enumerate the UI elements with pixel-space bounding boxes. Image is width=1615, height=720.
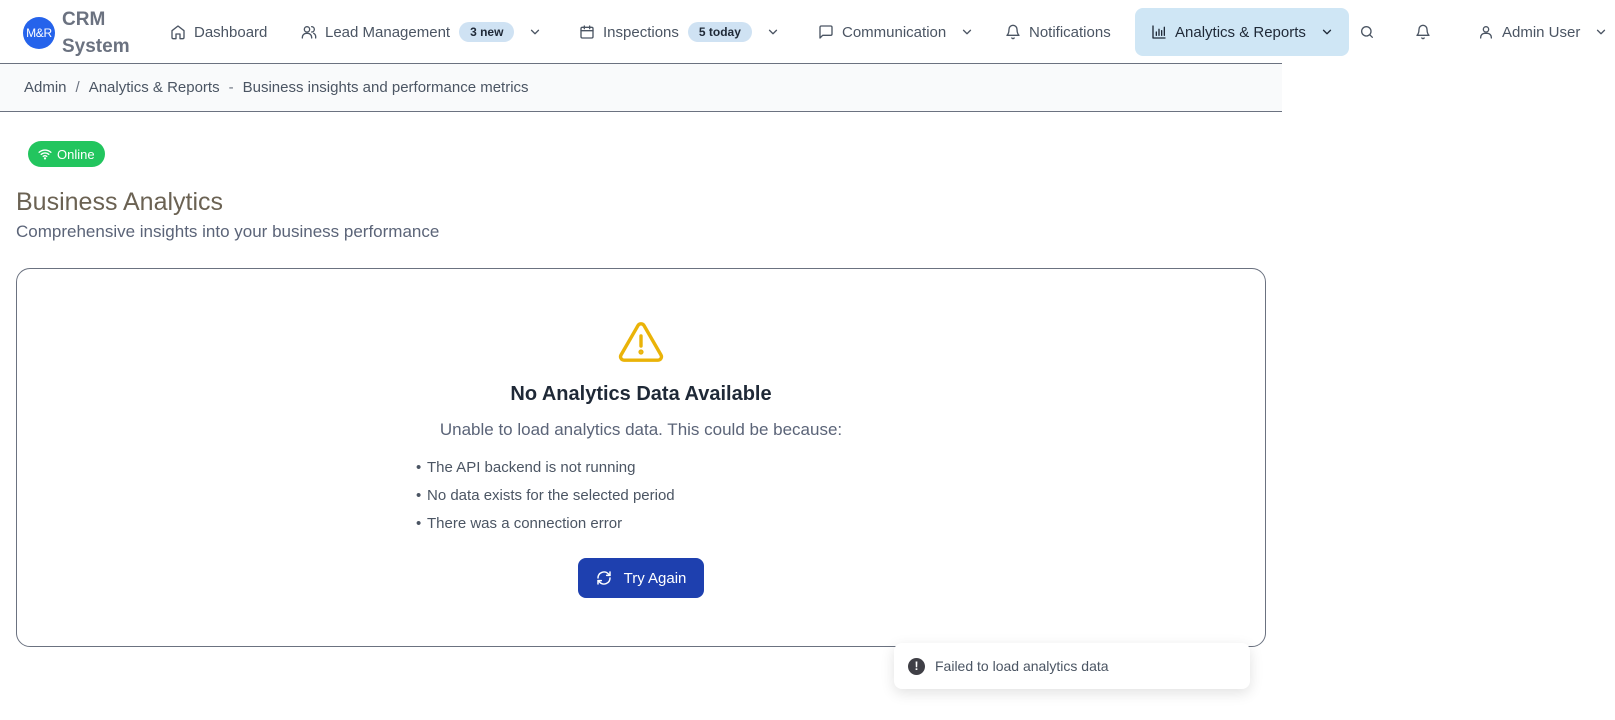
nav-lead-management[interactable]: Lead Management 3 new — [289, 8, 554, 56]
brand-name: CRM System — [62, 9, 130, 57]
nav-analytics-reports[interactable]: Analytics & Reports — [1135, 8, 1349, 56]
list-item: • There was a connection error — [416, 515, 623, 532]
chevron-down-icon[interactable] — [528, 25, 542, 39]
chevron-down-icon[interactable] — [960, 25, 974, 39]
chevron-down-icon[interactable] — [1594, 25, 1608, 39]
list-item: • No data exists for the selected period — [416, 487, 675, 504]
try-again-label: Try Again — [623, 569, 687, 587]
lead-count-badge: 3 new — [459, 22, 515, 42]
nav-notifications-label: Notifications — [1029, 23, 1111, 41]
alert-circle-icon: ! — [908, 657, 925, 675]
nav-analytics-label: Analytics & Reports — [1175, 23, 1306, 41]
message-icon — [819, 25, 833, 39]
list-item: • The API backend is not running — [416, 459, 636, 476]
online-status-label: Online — [57, 146, 95, 162]
error-toast[interactable]: ! Failed to load analytics data — [894, 643, 1250, 689]
reason-text: There was a connection error — [427, 515, 623, 532]
nav-dashboard[interactable]: Dashboard — [158, 8, 279, 56]
nav-lead-management-label: Lead Management — [325, 23, 451, 41]
reason-text: The API backend is not running — [427, 459, 636, 476]
refresh-icon — [596, 571, 611, 585]
breadcrumb-description: Business insights and performance metric… — [242, 79, 529, 96]
nav-dashboard-label: Dashboard — [194, 23, 268, 41]
breadcrumb: Admin / Analytics & Reports - Business i… — [0, 63, 1282, 112]
search-icon — [1361, 26, 1373, 38]
inspection-count-badge: 5 today — [687, 22, 752, 42]
user-name: Admin User — [1502, 23, 1581, 41]
brand[interactable]: M&R CRM System — [23, 6, 132, 60]
reason-text: No data exists for the selected period — [427, 487, 675, 504]
nav-notifications[interactable]: Notifications — [993, 8, 1123, 56]
page-title: Business Analytics — [16, 188, 224, 216]
try-again-button[interactable]: Try Again — [578, 558, 704, 598]
empty-state-title: No Analytics Data Available — [510, 383, 772, 405]
nav-communication-label: Communication — [842, 23, 947, 41]
brand-logo: M&R — [23, 17, 55, 49]
notifications-bell-button[interactable] — [1411, 20, 1435, 44]
nav-communication[interactable]: Communication — [806, 8, 986, 56]
breadcrumb-separator: / — [75, 79, 80, 96]
breadcrumb-admin[interactable]: Admin — [24, 79, 67, 96]
user-menu[interactable]: Admin User — [1466, 8, 1614, 56]
chevron-down-icon[interactable] — [1320, 25, 1334, 39]
user-icon — [1480, 26, 1492, 39]
bar-chart-icon — [1152, 25, 1166, 39]
toast-message: Failed to load analytics data — [935, 658, 1109, 674]
chevron-down-icon[interactable] — [766, 25, 780, 39]
online-status-badge: Online — [28, 141, 105, 167]
breadcrumb-current: Analytics & Reports — [88, 79, 220, 96]
nav-inspections[interactable]: Inspections 5 today — [567, 8, 792, 56]
warning-icon — [617, 320, 665, 369]
nav-inspections-label: Inspections — [603, 23, 679, 41]
calendar-icon — [580, 25, 594, 39]
home-icon — [171, 25, 185, 40]
page-subtitle: Comprehensive insights into your busines… — [16, 222, 440, 241]
bell-icon — [1006, 24, 1020, 40]
wifi-icon — [38, 149, 52, 160]
top-navbar: M&R CRM System Dashboard Lead Management… — [0, 0, 1615, 64]
bell-icon — [1416, 24, 1430, 40]
empty-state-subtitle: Unable to load analytics data. This coul… — [439, 420, 843, 439]
breadcrumb-dash: - — [228, 79, 234, 96]
users-icon — [301, 26, 317, 39]
reason-list: • The API backend is not running • No data… — [416, 458, 675, 542]
search-button[interactable] — [1355, 20, 1379, 44]
